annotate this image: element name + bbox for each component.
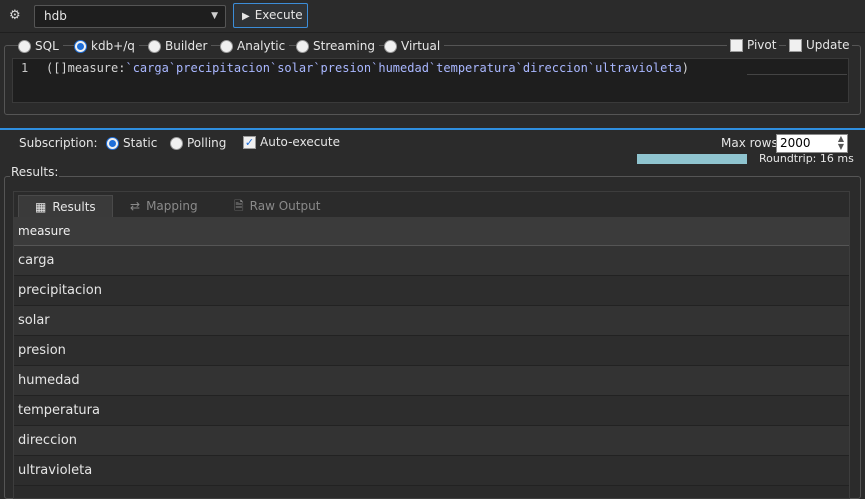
mode-streaming-radio[interactable]: Streaming: [296, 38, 379, 54]
table-row[interactable]: temperatura: [14, 396, 849, 426]
radio-indicator: [18, 39, 31, 53]
subscription-label: Subscription:: [19, 136, 98, 150]
code-line: ([]measure:`carga`precipitacion`solar`pr…: [46, 61, 689, 75]
table-row[interactable]: precipitacion: [14, 276, 849, 306]
max-rows-input[interactable]: 2000 ▲ ▼: [776, 134, 848, 153]
line-number: 1: [21, 61, 29, 75]
tab-raw-output[interactable]: 🗎 Raw Output: [218, 195, 336, 217]
table-row[interactable]: direccion: [14, 426, 849, 456]
max-rows-label: Max rows:: [721, 136, 782, 150]
table-row[interactable]: ultravioleta: [14, 456, 849, 486]
static-radio[interactable]: Static: [106, 135, 162, 151]
table-row[interactable]: humedad: [14, 366, 849, 396]
update-label: Update: [806, 38, 850, 52]
radio-indicator: [106, 136, 119, 150]
tab-results[interactable]: ▦ Results: [18, 195, 113, 217]
query-code-editor[interactable]: 1 ([]measure:`carga`precipitacion`solar`…: [12, 58, 849, 103]
mode-kdbq-radio[interactable]: kdb+/q: [74, 38, 139, 54]
mode-label: kdb+/q: [91, 39, 135, 53]
auto-execute-label: Auto-execute: [260, 135, 340, 149]
radio-indicator: [220, 39, 233, 53]
spinner-icon[interactable]: ▲ ▼: [838, 135, 844, 151]
table-icon: ▦: [35, 199, 47, 214]
polling-radio[interactable]: Polling: [170, 135, 231, 151]
code-symbols: `carga`precipitacion`solar`presion`humed…: [125, 61, 682, 75]
mode-label: Virtual: [401, 39, 441, 53]
column-header-measure[interactable]: measure: [14, 217, 849, 246]
mode-label: Analytic: [237, 39, 286, 53]
pivot-label: Pivot: [747, 38, 777, 52]
database-select-value: hdb: [44, 9, 67, 23]
panel-splitter[interactable]: [0, 128, 865, 130]
code-suffix: ): [681, 61, 690, 75]
radio-indicator: [148, 39, 161, 53]
radio-indicator: [170, 136, 183, 150]
mode-label: Streaming: [313, 39, 375, 53]
tab-mapping[interactable]: ⇄ Mapping: [114, 195, 214, 217]
update-checkbox[interactable]: Update: [786, 38, 853, 52]
results-section-label: Results:: [10, 165, 60, 179]
code-prefix: ([]measure:: [46, 61, 126, 75]
roundtrip-text: Roundtrip: 16 ms: [759, 152, 854, 165]
table-row[interactable]: solar: [14, 306, 849, 336]
checkbox-indicator: [789, 38, 802, 52]
results-grid[interactable]: measure carga precipitacion solar presio…: [14, 217, 849, 499]
static-label: Static: [123, 136, 158, 150]
mode-label: Builder: [165, 39, 208, 53]
mode-analytic-radio[interactable]: Analytic: [220, 38, 290, 54]
tab-label: Mapping: [146, 199, 198, 213]
pivot-checkbox[interactable]: Pivot: [727, 38, 780, 52]
checkmark-icon: ✓: [243, 135, 256, 149]
polling-label: Polling: [187, 136, 227, 150]
max-rows-value: 2000: [780, 136, 811, 150]
tab-label: Results: [52, 199, 96, 214]
roundtrip-bar: [637, 154, 747, 164]
checkbox-indicator: [730, 38, 743, 52]
tab-label: Raw Output: [249, 199, 321, 213]
mode-virtual-radio[interactable]: Virtual: [384, 38, 445, 54]
database-select[interactable]: hdb ▼: [34, 5, 226, 28]
document-icon: 🗎: [234, 199, 244, 213]
table-row[interactable]: presion: [14, 336, 849, 366]
play-icon: ▶: [242, 11, 250, 22]
execute-button[interactable]: ▶ Execute: [233, 3, 308, 28]
gears-icon[interactable]: ⚙: [9, 8, 25, 24]
mode-label: SQL: [35, 39, 59, 53]
editor-divider: [747, 74, 847, 75]
chevron-down-icon: ▼: [211, 11, 218, 21]
mode-builder-radio[interactable]: Builder: [148, 38, 212, 54]
radio-indicator: [74, 39, 87, 53]
radio-indicator: [384, 39, 397, 53]
mapping-icon: ⇄: [130, 199, 141, 213]
auto-execute-checkbox[interactable]: ✓ Auto-execute: [240, 135, 343, 149]
mode-sql-radio[interactable]: SQL: [18, 38, 63, 54]
execute-label: Execute: [254, 8, 303, 22]
radio-indicator: [296, 39, 309, 53]
table-row[interactable]: carga: [14, 246, 849, 276]
